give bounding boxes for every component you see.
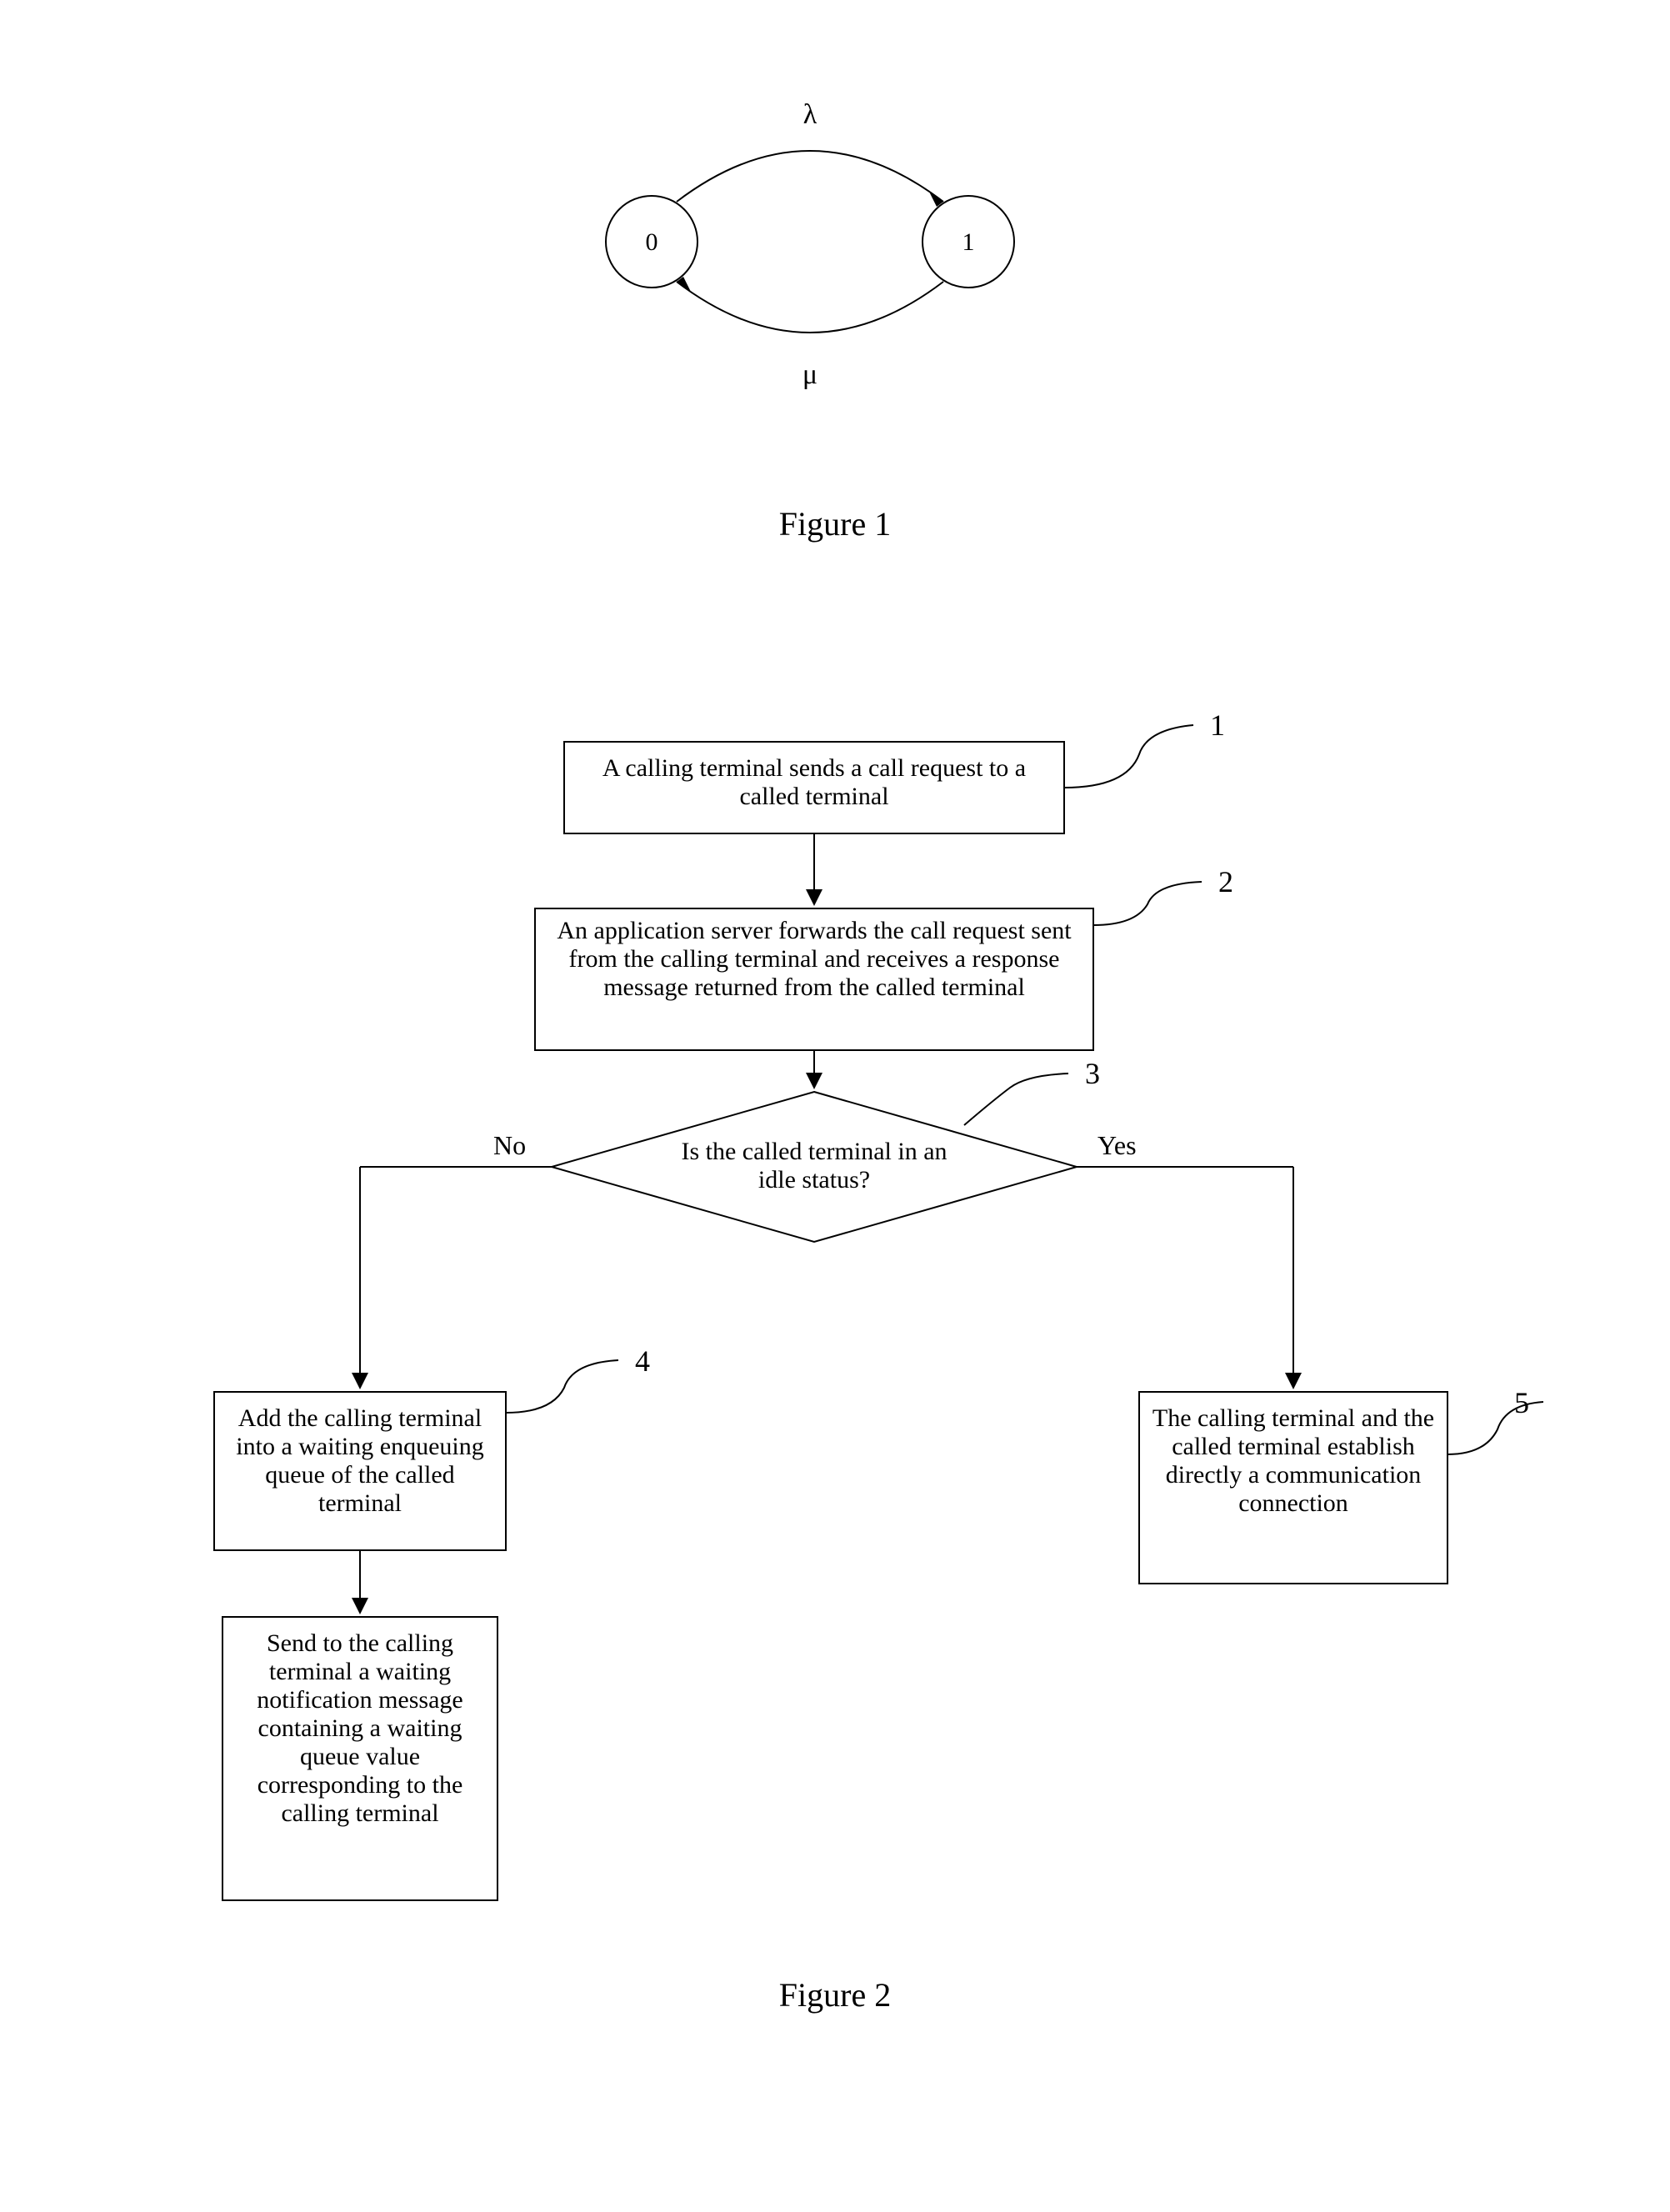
- callout3-label: 3: [1085, 1057, 1100, 1090]
- decision-text: Is the called terminal in an idle status…: [668, 1138, 960, 1194]
- box1-text: A calling terminal sends a call request …: [572, 754, 1056, 811]
- yes-label: Yes: [1098, 1130, 1137, 1160]
- callout1-label: 1: [1210, 708, 1225, 742]
- callout4: [506, 1360, 618, 1413]
- box6-text: Send to the calling terminal a waiting n…: [231, 1629, 489, 1828]
- mu-label: μ: [802, 359, 818, 390]
- callout3: [964, 1073, 1068, 1125]
- callout4-label: 4: [635, 1344, 650, 1378]
- figure1-diagram: 0 1 λ μ: [460, 83, 1210, 417]
- lambda-label: λ: [803, 99, 818, 130]
- callout2: [1093, 882, 1202, 925]
- figure2-flowchart: A calling terminal sends a call request …: [127, 675, 1543, 2009]
- figure2-caption: Figure 2: [0, 1975, 1670, 2014]
- state-0-label: 0: [646, 228, 658, 256]
- callout5-label: 5: [1514, 1386, 1529, 1419]
- box5-text: The calling terminal and the called term…: [1148, 1404, 1439, 1518]
- box2-text: An application server forwards the call …: [543, 917, 1085, 1002]
- box4-text: Add the calling terminal into a waiting …: [222, 1404, 498, 1518]
- callout2-label: 2: [1218, 865, 1233, 898]
- lambda-arc: [677, 151, 943, 202]
- state-1-label: 1: [962, 228, 975, 256]
- callout1: [1064, 725, 1193, 788]
- no-label: No: [493, 1130, 526, 1160]
- mu-arc: [677, 282, 943, 333]
- figure1-caption: Figure 1: [0, 504, 1670, 543]
